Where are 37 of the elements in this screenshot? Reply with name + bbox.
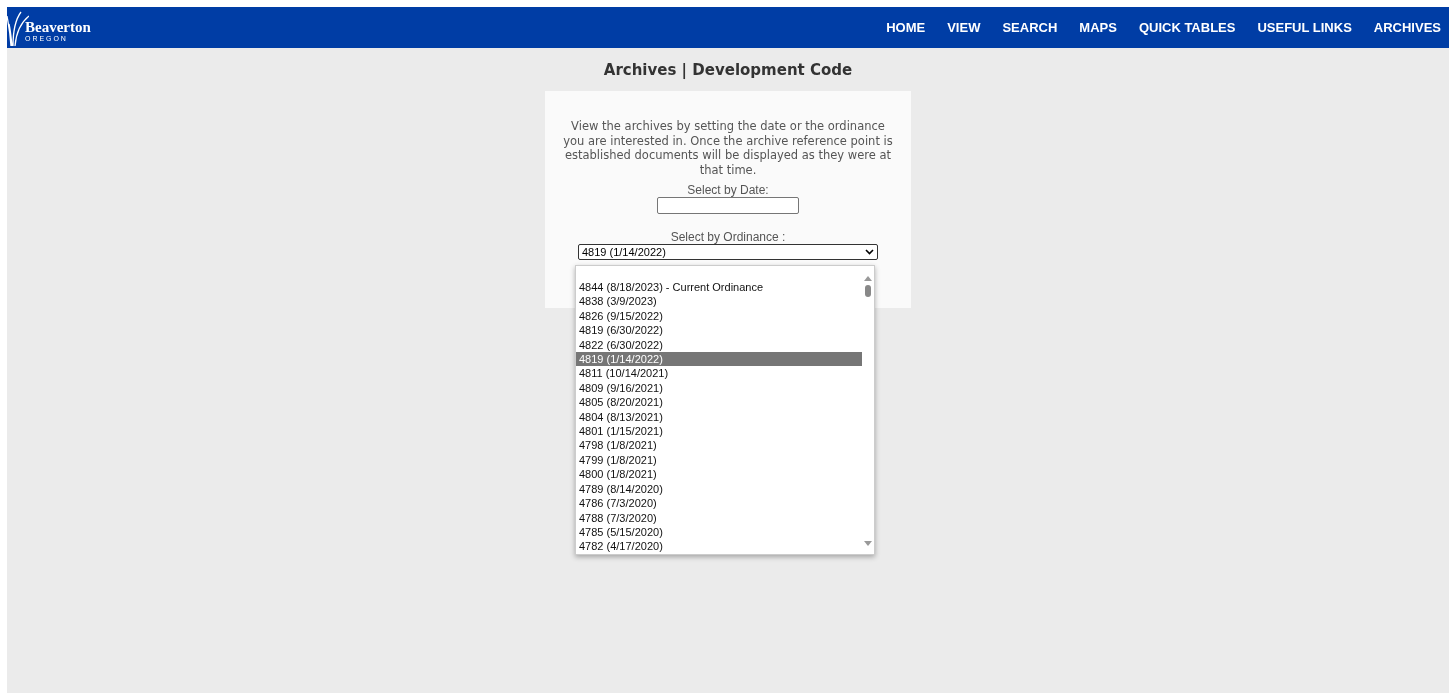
- ordinance-label: Select by Ordinance :: [669, 230, 787, 244]
- nav-link[interactable]: SEARCH: [1002, 15, 1058, 40]
- dropdown-option[interactable]: 4785 (5/15/2020): [576, 524, 862, 540]
- scrollbar-thumb[interactable]: [865, 285, 871, 297]
- dropdown-option[interactable]: 4800 (1/8/2021): [576, 467, 862, 482]
- nav-link[interactable]: QUICK TABLES: [1138, 15, 1236, 40]
- ordinance-select[interactable]: 4819 (1/14/2022): [578, 244, 878, 260]
- intro-text: View the archives by setting the date or the ordinance you are interested in. Once the archive reference point is established documents will be displayed as they were at that time.: [563, 119, 893, 177]
- date-label: Select by Date:: [686, 183, 770, 197]
- logo-text: Beaverton: [25, 19, 91, 35]
- nav-link[interactable]: USEFUL LINKS: [1257, 15, 1352, 40]
- dropdown-option[interactable]: 4801 (1/15/2021): [576, 424, 862, 439]
- dropdown-option[interactable]: 4805 (8/20/2021): [576, 395, 862, 410]
- dropdown-option[interactable]: 4819 (1/14/2022): [576, 352, 862, 367]
- dropdown-option[interactable]: 4782 (4/17/2020): [576, 539, 862, 554]
- dropdown-option[interactable]: 4819 (6/30/2022): [576, 323, 862, 338]
- dropdown-option[interactable]: 4798 (1/8/2021): [576, 438, 862, 453]
- dropdown-option[interactable]: 4811 (10/14/2021): [576, 366, 862, 381]
- dropdown-option[interactable]: 4804 (8/13/2021): [576, 409, 862, 425]
- nav-link[interactable]: VIEW: [947, 15, 981, 40]
- scroll-down-icon[interactable]: [864, 541, 872, 546]
- nav-link[interactable]: HOME: [886, 15, 926, 40]
- dropdown-option[interactable]: 4789 (8/14/2020): [576, 481, 862, 497]
- scroll-up-icon[interactable]: [864, 276, 872, 281]
- date-field[interactable]: [657, 197, 799, 214]
- chevron-icon: [865, 249, 874, 255]
- dropdown-option[interactable]: 4809 (9/16/2021): [576, 380, 862, 396]
- nav-link[interactable]: MAPS: [1079, 15, 1117, 40]
- dropdown-option[interactable]: 4788 (7/3/2020): [576, 510, 862, 525]
- dropdown-option[interactable]: 4844 (8/18/2023) - Current Ordinance: [576, 280, 862, 295]
- dropdown-option[interactable]: 4786 (7/3/2020): [576, 496, 862, 511]
- dropdown-option[interactable]: 4826 (9/15/2022): [576, 308, 862, 324]
- dropdown-option[interactable]: 4799 (1/8/2021): [576, 452, 862, 468]
- dropdown-option[interactable]: 4822 (6/30/2022): [576, 337, 862, 353]
- nav-link[interactable]: ARCHIVES: [1373, 15, 1441, 40]
- page-title: Archives | Development Code: [602, 62, 854, 79]
- dropdown-option[interactable]: 4838 (3/9/2023): [576, 294, 862, 309]
